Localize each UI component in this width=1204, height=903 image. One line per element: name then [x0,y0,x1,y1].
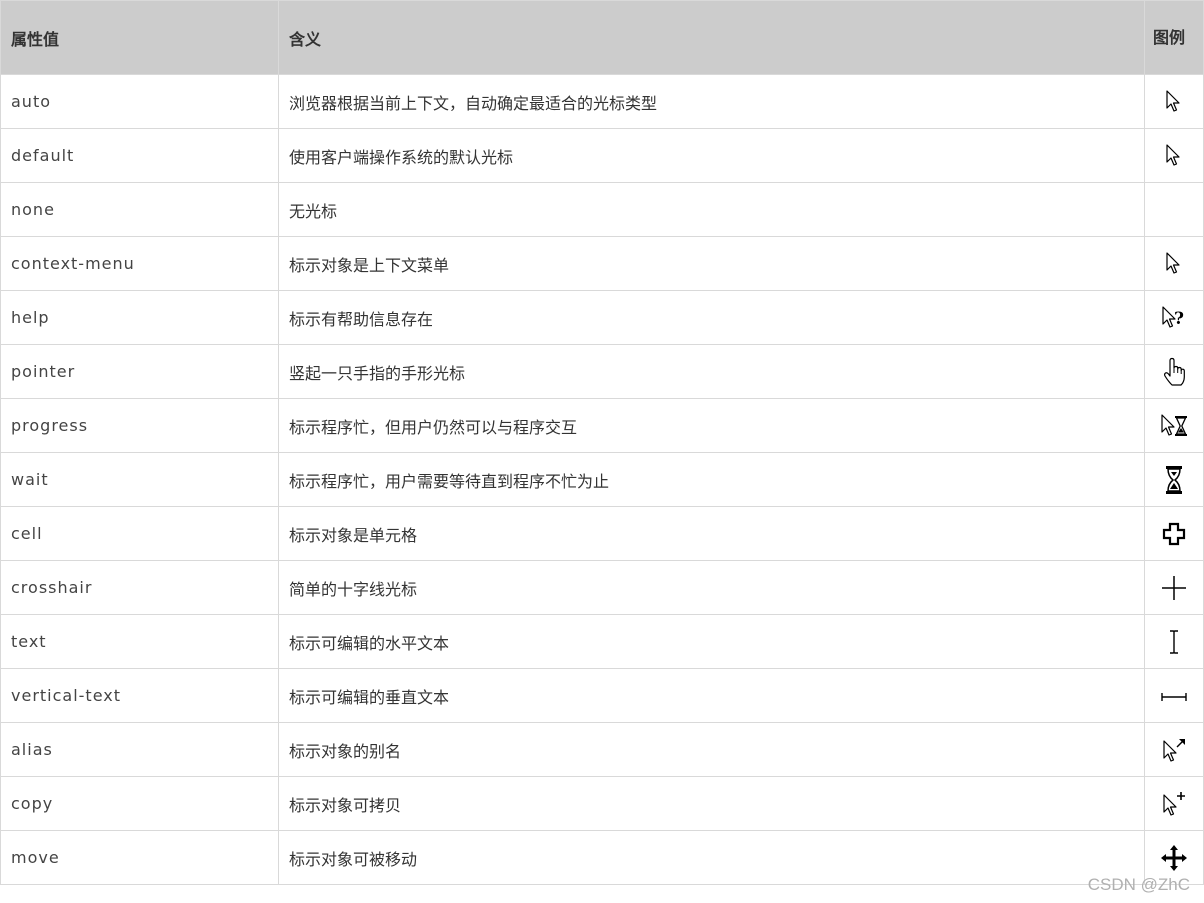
cursor-meaning: 使用客户端操作系统的默认光标 [278,128,1145,183]
table-row: default 使用客户端操作系统的默认光标 [0,128,1204,183]
table-row: text 标示可编辑的水平文本 [0,614,1204,669]
cursor-value: crosshair [0,560,279,615]
arrow-cursor-icon [1163,143,1185,166]
cursor-meaning: 标示程序忙，用户需要等待直到程序不忙为止 [278,452,1145,507]
table-row: copy 标示对象可拷贝 [0,776,1204,831]
hourglass-icon [1164,465,1184,494]
cursor-value: pointer [0,344,279,399]
table-row: progress 标示程序忙，但用户仍然可以与程序交互 [0,398,1204,453]
cursor-icon-cell [1144,128,1204,183]
header-meaning: 含义 [278,0,1145,75]
header-value: 属性值 [0,0,279,75]
svg-text:?: ? [1174,309,1184,329]
cursor-value: help [0,290,279,345]
cursor-meaning: 标示可编辑的水平文本 [278,614,1145,669]
move-cursor-icon [1160,844,1188,871]
cursor-meaning: 标示对象是单元格 [278,506,1145,561]
cursor-value: auto [0,74,279,129]
cursor-icon-cell [1144,722,1204,777]
copy-cursor-icon [1160,791,1188,816]
cursor-value: cell [0,506,279,561]
cursor-icon-cell [1144,236,1204,291]
cursor-value: wait [0,452,279,507]
cursor-icon-cell [1144,776,1204,831]
table-row: none 无光标 [0,182,1204,237]
arrow-cursor-icon [1163,251,1185,274]
cursor-value: move [0,830,279,885]
cursor-icon-cell [1144,452,1204,507]
table-header-row: 属性值 含义 图例 [0,0,1204,75]
cursor-meaning: 标示对象是上下文菜单 [278,236,1145,291]
table-row: auto 浏览器根据当前上下文，自动确定最适合的光标类型 [0,74,1204,129]
cursor-icon-cell: ? [1144,290,1204,345]
table-row: context-menu 标示对象是上下文菜单 [0,236,1204,291]
cursor-icon-cell [1144,74,1204,129]
cursor-icon-cell [1144,506,1204,561]
progress-cursor-icon [1158,413,1190,436]
cursor-meaning: 简单的十字线光标 [278,560,1145,615]
cursor-value: vertical-text [0,668,279,723]
cursor-meaning: 标示程序忙，但用户仍然可以与程序交互 [278,398,1145,453]
cursor-meaning: 标示有帮助信息存在 [278,290,1145,345]
cursor-icon-cell [1144,560,1204,615]
cursor-meaning: 无光标 [278,182,1145,237]
cursor-value: default [0,128,279,183]
cursor-meaning: 标示对象可被移动 [278,830,1145,885]
header-icon: 图例 [1144,0,1204,75]
vertical-text-icon [1160,686,1188,705]
cell-cross-icon [1162,522,1186,545]
table-row: pointer 竖起一只手指的手形光标 [0,344,1204,399]
cursor-table: 属性值 含义 图例 auto 浏览器根据当前上下文，自动确定最适合的光标类型 def… [0,0,1204,885]
watermark: CSDN @ZhC [1087,875,1190,894]
crosshair-icon [1161,575,1187,600]
cursor-meaning: 标示对象的别名 [278,722,1145,777]
cursor-value: none [0,182,279,237]
table-row: move 标示对象可被移动 [0,830,1204,885]
cursor-meaning: 标示对象可拷贝 [278,776,1145,831]
cursor-value: alias [0,722,279,777]
table-row: vertical-text 标示可编辑的垂直文本 [0,668,1204,723]
cursor-meaning: 标示可编辑的垂直文本 [278,668,1145,723]
help-cursor-icon: ? [1159,305,1189,329]
table-row: wait 标示程序忙，用户需要等待直到程序不忙为止 [0,452,1204,507]
cursor-value: context-menu [0,236,279,291]
cursor-value: text [0,614,279,669]
cursor-value: progress [0,398,279,453]
hand-pointer-icon [1162,357,1186,386]
cursor-meaning: 浏览器根据当前上下文，自动确定最适合的光标类型 [278,74,1145,129]
table-row: alias 标示对象的别名 [0,722,1204,777]
cursor-icon-cell [1144,614,1204,669]
cursor-icon-cell [1144,344,1204,399]
cursor-icon-cell [1144,668,1204,723]
table-row: help 标示有帮助信息存在? [0,290,1204,345]
table-row: cell 标示对象是单元格 [0,506,1204,561]
table-row: crosshair 简单的十字线光标 [0,560,1204,615]
cursor-icon-cell [1144,182,1204,237]
cursor-meaning: 竖起一只手指的手形光标 [278,344,1145,399]
cursor-icon-cell [1144,398,1204,453]
text-ibeam-icon [1167,629,1181,654]
arrow-cursor-icon [1163,89,1185,112]
cursor-value: copy [0,776,279,831]
alias-cursor-icon [1160,738,1188,762]
